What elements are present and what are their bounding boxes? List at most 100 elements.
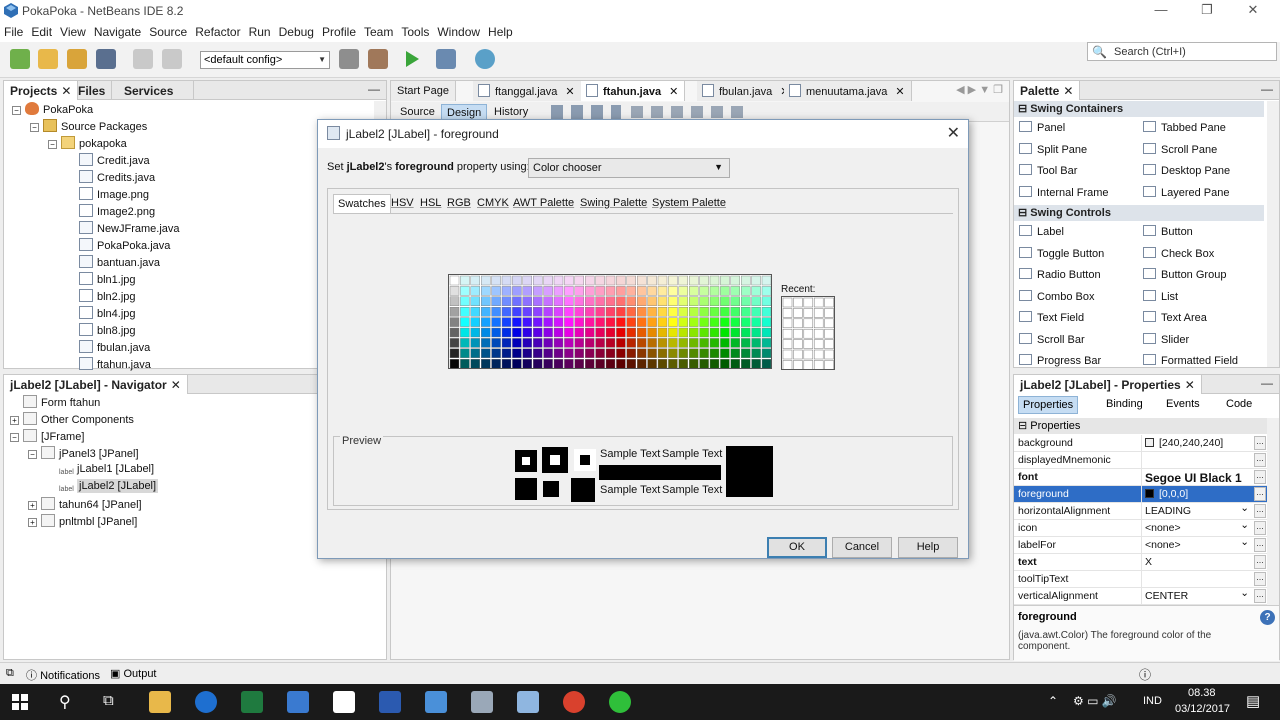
color-swatch[interactable] [553, 296, 564, 306]
color-swatch[interactable] [709, 286, 720, 296]
chevron-down-icon[interactable]: ⌄ [1240, 588, 1249, 599]
palette-item[interactable]: Label [1019, 225, 1064, 238]
color-swatch[interactable] [574, 296, 585, 306]
align-tools-icon[interactable] [631, 106, 751, 118]
recent-swatch[interactable] [793, 339, 803, 349]
color-swatch[interactable] [470, 317, 480, 327]
chrome-icon[interactable] [563, 691, 585, 713]
color-swatch[interactable] [501, 327, 512, 338]
recent-swatch[interactable] [793, 328, 803, 339]
color-swatch[interactable] [564, 275, 574, 286]
color-swatch[interactable] [460, 275, 470, 286]
recent-swatch[interactable] [803, 308, 814, 318]
recent-swatch[interactable] [824, 349, 834, 360]
color-swatch[interactable] [709, 358, 720, 368]
tree-item[interactable]: NewJFrame.java [66, 221, 180, 238]
recent-swatch[interactable] [803, 328, 814, 339]
tab-properties-panel[interactable]: jLabel2 [JLabel] - Properties ✕ [1014, 375, 1202, 394]
recent-swatch[interactable] [782, 308, 793, 318]
color-swatch[interactable] [605, 296, 616, 306]
menu-debug[interactable]: Debug [275, 22, 318, 39]
properties-tab[interactable]: Binding [1102, 396, 1147, 414]
recent-swatch[interactable] [803, 297, 814, 308]
color-swatch[interactable] [688, 317, 699, 327]
color-swatch[interactable] [699, 275, 709, 286]
property-value[interactable]: [0,0,0] [1141, 486, 1251, 502]
notifications-button[interactable]: ⓘ Notifications [26, 667, 100, 683]
property-value[interactable]: <none> ⌄ [1141, 537, 1251, 553]
clock-time[interactable]: 08.38 [1188, 687, 1216, 699]
custom-editor-button[interactable]: … [1254, 436, 1266, 450]
windows-start-icon[interactable] [12, 694, 28, 710]
color-swatch[interactable] [751, 327, 761, 338]
color-swatch[interactable] [730, 317, 740, 327]
palette-item[interactable]: Button Group [1143, 268, 1226, 281]
color-swatch[interactable] [741, 327, 751, 338]
color-swatch[interactable] [678, 296, 689, 306]
properties-tab[interactable]: Code [1222, 396, 1256, 414]
tree-item[interactable]: bln2.jpg [66, 289, 136, 306]
color-swatch[interactable] [532, 286, 543, 296]
file-explorer-icon[interactable] [149, 691, 171, 713]
color-swatch[interactable] [709, 307, 720, 317]
editor-tab[interactable]: menuutama.java ✕ [784, 81, 912, 101]
color-swatch[interactable] [761, 317, 772, 327]
palette-item[interactable]: Text Area [1143, 311, 1207, 324]
color-swatch[interactable] [543, 307, 553, 317]
word-icon[interactable] [379, 691, 401, 713]
property-row[interactable]: foreground [0,0,0]… [1014, 486, 1276, 503]
color-swatch[interactable] [616, 307, 626, 317]
recent-swatch[interactable] [793, 349, 803, 360]
palette-item[interactable]: Tabbed Pane [1143, 121, 1226, 134]
color-swatch[interactable] [481, 317, 491, 327]
property-row[interactable]: background [240,240,240]… [1014, 435, 1276, 452]
palette-item[interactable]: Slider [1143, 332, 1189, 346]
undo-icon[interactable] [133, 49, 153, 69]
recent-swatch[interactable] [803, 349, 814, 360]
color-swatch[interactable] [730, 286, 740, 296]
color-swatch[interactable] [636, 275, 647, 286]
color-swatch[interactable] [741, 338, 751, 348]
color-swatch[interactable] [491, 307, 501, 317]
property-value[interactable]: [240,240,240] [1141, 435, 1251, 451]
expand-toggle-icon[interactable]: − [12, 106, 21, 115]
color-swatch[interactable] [574, 338, 585, 348]
properties-tab[interactable]: Properties [1018, 396, 1079, 414]
tree-item[interactable]: bln4.jpg [66, 306, 136, 323]
palette-item[interactable]: Scroll Pane [1143, 142, 1217, 156]
color-swatch[interactable] [657, 348, 668, 359]
color-swatch[interactable] [730, 358, 740, 368]
color-swatch[interactable] [574, 307, 585, 317]
color-swatch[interactable] [512, 307, 522, 317]
color-swatch[interactable] [470, 286, 480, 296]
color-swatch[interactable] [605, 338, 616, 348]
recent-swatch[interactable] [813, 297, 824, 308]
color-swatch[interactable] [501, 348, 512, 359]
color-swatch[interactable] [532, 338, 543, 348]
help-icon[interactable]: ? [1260, 610, 1275, 625]
recent-swatch[interactable] [813, 328, 824, 339]
color-swatch[interactable] [668, 338, 678, 348]
color-swatch[interactable] [657, 327, 668, 338]
property-row[interactable]: horizontalAlignment LEADING ⌄… [1014, 503, 1276, 520]
color-swatch[interactable] [688, 296, 699, 306]
color-swatch[interactable] [709, 348, 720, 359]
color-swatch[interactable] [751, 286, 761, 296]
color-swatch[interactable] [741, 348, 751, 359]
color-swatch[interactable] [616, 317, 626, 327]
netbeans-taskbar-icon[interactable] [517, 691, 539, 713]
color-swatch[interactable] [512, 317, 522, 327]
recent-swatch[interactable] [793, 297, 803, 308]
color-swatch[interactable] [553, 275, 564, 286]
recent-swatch[interactable] [813, 308, 824, 318]
color-swatch[interactable] [584, 307, 595, 317]
palette-section-header[interactable]: ⊟ Swing Containers [1014, 101, 1264, 117]
color-swatch[interactable] [730, 348, 740, 359]
recent-swatch[interactable] [782, 349, 793, 360]
color-swatch[interactable] [647, 358, 657, 368]
custom-editor-button[interactable]: … [1254, 487, 1266, 501]
recent-swatch[interactable] [782, 318, 793, 329]
color-swatch[interactable] [636, 286, 647, 296]
color-swatch[interactable] [512, 348, 522, 359]
color-swatch[interactable] [584, 275, 595, 286]
